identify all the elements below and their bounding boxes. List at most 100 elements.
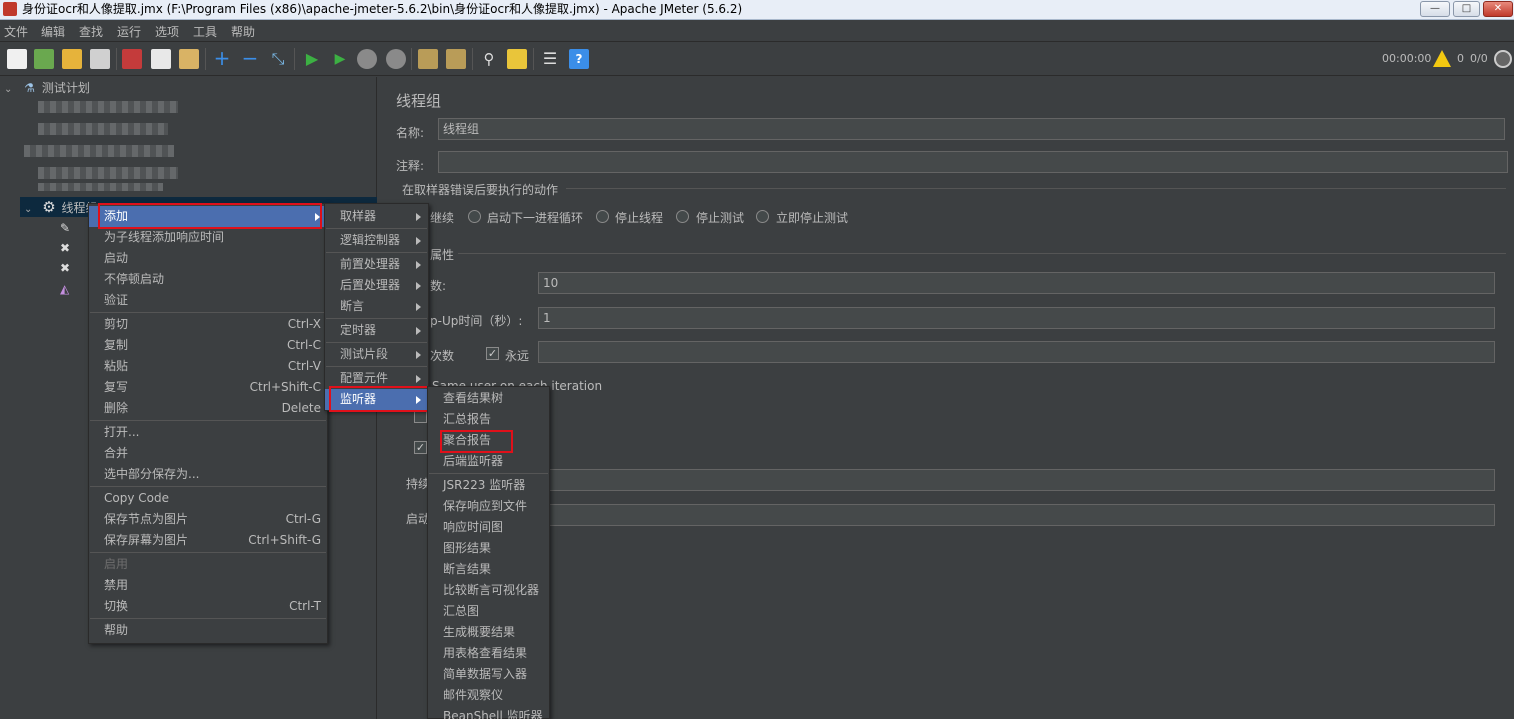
context-menu-item[interactable]: 不停顿启动 <box>89 269 327 290</box>
listener-menu-item[interactable]: 用表格查看结果 <box>428 643 549 664</box>
start-icon[interactable]: ▶ <box>302 49 322 69</box>
cut-icon[interactable] <box>122 49 142 69</box>
context-menu-item[interactable]: 选中部分保存为... <box>89 464 327 485</box>
context-menu-item[interactable]: 复写 Ctrl+Shift-C <box>89 377 327 398</box>
listener-menu-item[interactable]: 聚合报告 <box>428 430 549 451</box>
open-icon[interactable] <box>62 49 82 69</box>
help-icon[interactable]: ? <box>569 49 589 69</box>
add-menu-item[interactable]: 定时器 <box>325 320 428 341</box>
add-menu-item[interactable]: 后置处理器 <box>325 275 428 296</box>
listener-menu-item[interactable]: BeanShell 监听器 <box>428 706 549 719</box>
shutdown-icon[interactable] <box>386 49 406 69</box>
menu-tools[interactable]: 工具 <box>193 23 217 40</box>
listener-menu-item[interactable]: 保存响应到文件 <box>428 496 549 517</box>
add-menu-item[interactable]: 逻辑控制器 <box>325 230 428 251</box>
menu-options[interactable]: 选项 <box>155 23 179 40</box>
radio-stop-test-label[interactable]: 停止测试 <box>696 209 744 226</box>
templates-icon[interactable] <box>34 49 54 69</box>
minimize-button[interactable]: — <box>1420 1 1450 17</box>
listener-menu-item[interactable]: 生成概要结果 <box>428 622 549 643</box>
chevron-down-icon[interactable]: ⌄ <box>24 204 32 215</box>
listener-menu-item[interactable]: 比较断言可视化器 <box>428 580 549 601</box>
add-menu-item[interactable]: 断言 <box>325 296 428 317</box>
tree-node-child[interactable]: ◭ <box>60 279 69 299</box>
loop-count-field[interactable] <box>538 341 1495 363</box>
forever-label[interactable]: 永远 <box>505 347 529 364</box>
context-menu-item[interactable]: Copy Code <box>89 488 327 509</box>
listener-menu-item[interactable]: 邮件观察仪 <box>428 685 549 706</box>
listener-menu-item[interactable]: 后端监听器 <box>428 451 549 472</box>
context-menu-item[interactable]: 打开... <box>89 422 327 443</box>
add-menu-item[interactable]: 取样器 <box>325 206 428 227</box>
search-icon[interactable]: ⚲ <box>479 49 499 69</box>
context-menu-item[interactable]: 删除 Delete <box>89 398 327 419</box>
context-menu-item[interactable]: 帮助 <box>89 620 327 641</box>
save-icon[interactable] <box>90 49 110 69</box>
chevron-down-icon[interactable]: ⌄ <box>4 84 12 95</box>
scheduler-checkbox[interactable]: ✓ <box>414 441 427 454</box>
reset-search-icon[interactable] <box>507 49 527 69</box>
menu-run[interactable]: 运行 <box>117 23 141 40</box>
add-menu-item[interactable]: 测试片段 <box>325 344 428 365</box>
listener-menu-item[interactable]: 断言结果 <box>428 559 549 580</box>
menu-search[interactable]: 查找 <box>79 23 103 40</box>
listener-menu-item[interactable]: 汇总图 <box>428 601 549 622</box>
toggle-icon[interactable]: ⤡ <box>268 49 288 69</box>
context-menu-item[interactable]: 切换 Ctrl-T <box>89 596 327 617</box>
tree-node-child[interactable]: ✎ <box>60 218 70 238</box>
threads-field[interactable]: 10 <box>538 272 1495 294</box>
new-icon[interactable] <box>7 49 27 69</box>
context-menu-item[interactable]: 启动 <box>89 248 327 269</box>
radio-stop-test[interactable] <box>676 210 689 223</box>
copy-icon[interactable] <box>151 49 171 69</box>
context-menu-item[interactable]: 添加 <box>89 206 327 227</box>
expand-icon[interactable]: + <box>212 48 232 69</box>
clear-all-icon[interactable] <box>446 49 466 69</box>
menu-file[interactable]: 文件 <box>4 23 28 40</box>
radio-continue-label[interactable]: 继续 <box>430 209 454 226</box>
listener-menu-item[interactable]: 响应时间图 <box>428 517 549 538</box>
radio-stop-thread-label[interactable]: 停止线程 <box>615 209 663 226</box>
context-menu-item[interactable]: 保存节点为图片 Ctrl-G <box>89 509 327 530</box>
duration-field[interactable]: 0 <box>538 469 1495 491</box>
context-menu-item[interactable]: 为子线程添加响应时间 <box>89 227 327 248</box>
comment-field[interactable] <box>438 151 1508 173</box>
tree-node-child[interactable]: ✖ <box>60 258 70 278</box>
context-menu-item[interactable]: 剪切 Ctrl-X <box>89 314 327 335</box>
startup-delay-field[interactable] <box>538 504 1495 526</box>
function-helper-icon[interactable]: ☰ <box>540 49 560 69</box>
close-button[interactable]: ✕ <box>1483 1 1513 17</box>
start-no-pause-icon[interactable]: ▶ <box>330 49 350 69</box>
context-menu-item[interactable]: 验证 <box>89 290 327 311</box>
stop-icon[interactable] <box>357 49 377 69</box>
clear-icon[interactable] <box>418 49 438 69</box>
radio-stop-test-now-label[interactable]: 立即停止测试 <box>776 209 848 226</box>
add-menu-item[interactable]: 监听器 <box>325 389 428 410</box>
context-menu-item[interactable]: 保存屏幕为图片 Ctrl+Shift-G <box>89 530 327 551</box>
radio-start-next-loop[interactable] <box>468 210 481 223</box>
menu-help[interactable]: 帮助 <box>231 23 255 40</box>
paste-icon[interactable] <box>179 49 199 69</box>
add-menu-item[interactable]: 前置处理器 <box>325 254 428 275</box>
warning-icon[interactable] <box>1433 50 1451 67</box>
listener-menu-item[interactable]: 查看结果树 <box>428 388 549 409</box>
delay-thread-checkbox[interactable] <box>414 410 427 423</box>
tree-node-test-plan[interactable]: ⌄ ⚗ 测试计划 <box>4 78 90 98</box>
radio-stop-test-now[interactable] <box>756 210 769 223</box>
name-field[interactable]: 线程组 <box>438 118 1505 140</box>
listener-menu-item[interactable]: 汇总报告 <box>428 409 549 430</box>
context-menu-item[interactable]: 合并 <box>89 443 327 464</box>
remote-globe-icon[interactable] <box>1494 50 1512 68</box>
context-menu-item[interactable]: 禁用 <box>89 575 327 596</box>
menu-edit[interactable]: 编辑 <box>41 23 65 40</box>
rampup-field[interactable]: 1 <box>538 307 1495 329</box>
radio-stop-thread[interactable] <box>596 210 609 223</box>
radio-start-next-loop-label[interactable]: 启动下一进程循环 <box>487 209 583 226</box>
context-menu-item[interactable]: 复制 Ctrl-C <box>89 335 327 356</box>
listener-menu-item[interactable]: 图形结果 <box>428 538 549 559</box>
listener-menu-item[interactable]: JSR223 监听器 <box>428 475 549 496</box>
forever-checkbox[interactable]: ✓ <box>486 347 499 360</box>
add-menu-item[interactable]: 配置元件 <box>325 368 428 389</box>
collapse-icon[interactable]: − <box>240 48 260 69</box>
context-menu-item[interactable]: 粘贴 Ctrl-V <box>89 356 327 377</box>
